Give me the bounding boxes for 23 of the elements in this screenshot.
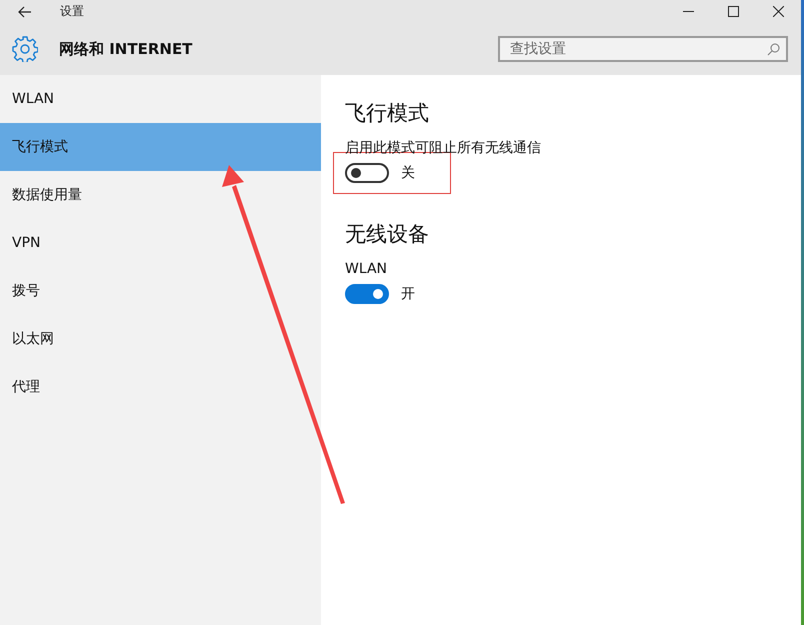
sidebar-item[interactable]: WLAN	[0, 75, 321, 123]
section-heading: 飞行模式	[345, 100, 430, 127]
back-icon[interactable]	[18, 6, 32, 18]
sidebar-item[interactable]: 飞行模式	[0, 123, 321, 171]
search-field[interactable]: 查找设置	[498, 36, 788, 62]
setting-label: 启用此模式可阻止所有无线通信	[345, 139, 541, 157]
search-icon[interactable]	[767, 43, 780, 56]
sidebar-item[interactable]: 代理	[0, 363, 321, 411]
sidebar-item[interactable]: 以太网	[0, 315, 321, 363]
sidebar-item[interactable]: 拨号	[0, 267, 321, 315]
toggle-switch[interactable]	[345, 163, 389, 183]
section-heading: 无线设备	[345, 221, 430, 248]
sidebar-item[interactable]: VPN	[0, 219, 321, 267]
page-title: 网络和 INTERNET	[59, 40, 192, 58]
window-title: 设置	[60, 3, 84, 20]
toggle-state: 开	[401, 285, 415, 303]
maximize-icon[interactable]	[728, 6, 739, 17]
settings-icon	[12, 36, 38, 62]
close-icon[interactable]	[773, 6, 784, 17]
sidebar-item[interactable]: 数据使用量	[0, 171, 321, 219]
toggle-state: 关	[401, 164, 415, 182]
toggle-switch[interactable]	[345, 284, 389, 304]
setting-label: WLAN	[345, 260, 388, 278]
